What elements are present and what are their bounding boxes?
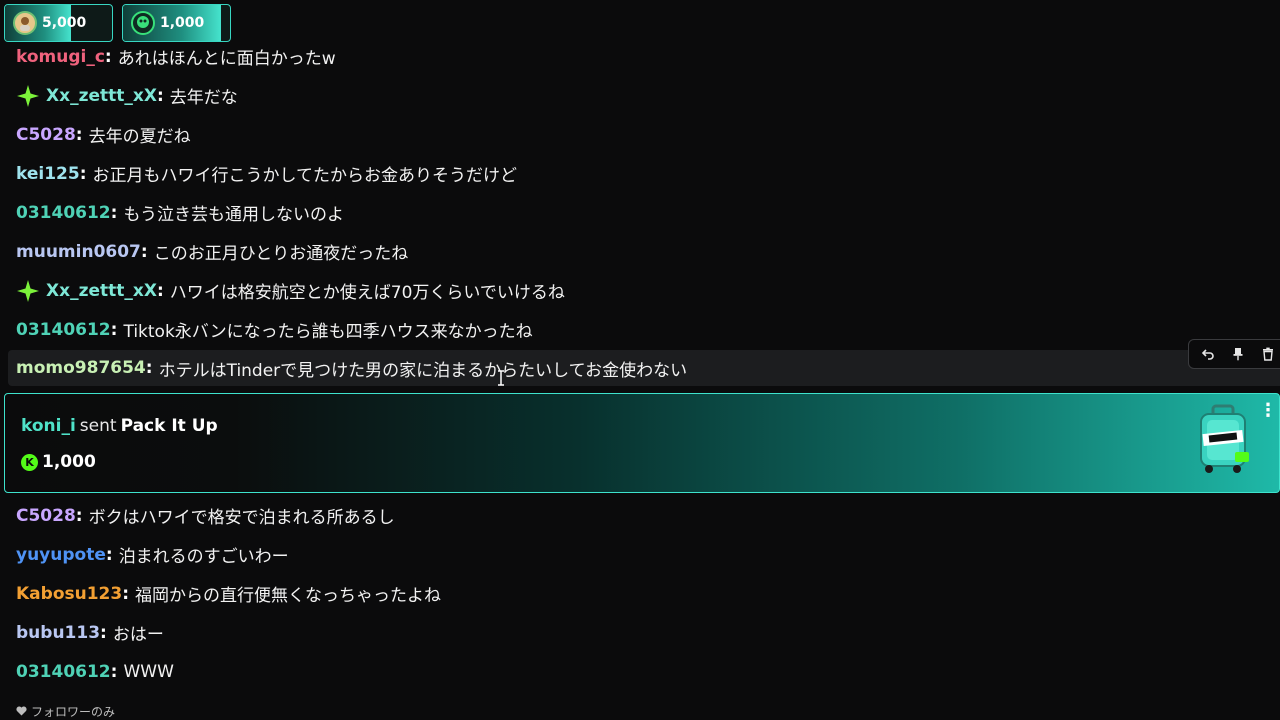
chat-list: C5028: ボクはハワイで格安で泊まれる所あるし yuyupote: 泊まれるのす…: [0, 496, 1280, 691]
gift-amount: 1,000: [42, 452, 96, 472]
colon: :: [105, 544, 113, 565]
colon: :: [110, 319, 118, 340]
gift-sender-username[interactable]: koni_i: [21, 416, 76, 436]
gift-amount: 5,000: [42, 15, 87, 31]
chat-text: あれはほんとに面白かったw: [117, 49, 336, 69]
user-avatar-icon: [131, 11, 155, 35]
gift-amount-row: K 1,000: [21, 452, 96, 472]
gift-verb: sent: [79, 416, 117, 436]
more-options-icon[interactable]: ⋮: [1259, 400, 1277, 422]
chat-username[interactable]: momo987654: [16, 358, 146, 378]
chat-message[interactable]: yuyupote: 泊まれるのすごいわー: [0, 535, 1280, 574]
colon: :: [104, 46, 112, 67]
colon: :: [122, 583, 130, 604]
chat-username[interactable]: kei125: [16, 164, 80, 184]
chat-message-hovered[interactable]: momo987654: ホテルはTinderで見つけた男の家に泊まるからたいしてお…: [8, 350, 1280, 386]
chat-message[interactable]: Xx_zettt_xX: 去年だな: [0, 76, 1280, 115]
followers-only-label: フォロワーのみ: [31, 705, 116, 719]
gift-amount: 1,000: [160, 15, 205, 31]
chat-message[interactable]: Xx_zettt_xX: ハワイは格安航空とか使えば70万くらいでいけるね: [0, 271, 1280, 310]
chat-text: 福岡からの直行便無くなっちゃったよね: [135, 586, 442, 606]
chat-message[interactable]: C5028: 去年の夏だね: [0, 115, 1280, 154]
chat-username[interactable]: 03140612: [16, 203, 111, 223]
chat-text: Tiktok永バンになったら誰も四季ハウス来なかったね: [123, 322, 533, 342]
user-avatar-icon: [13, 11, 37, 35]
chat-text: 去年だな: [169, 88, 238, 108]
sparkle-badge-icon: [16, 84, 40, 108]
colon: :: [75, 505, 83, 526]
chat-text: もう泣き芸も通用しないのよ: [123, 205, 344, 225]
gift-name: Pack It Up: [120, 416, 218, 436]
chat-message[interactable]: C5028: ボクはハワイで格安で泊まれる所あるし: [0, 496, 1280, 535]
chat-text: おはー: [112, 625, 164, 645]
chat-message[interactable]: muumin0607: このお正月ひとりお通夜だったね: [0, 232, 1280, 271]
mouse-cursor-icon: [496, 370, 506, 386]
chat-message[interactable]: kei125: お正月もハワイ行こうかしてたからお金ありそうだけど: [0, 154, 1280, 193]
gift-event-card: koni_i sent Pack It Up K 1,000 ⋮: [4, 393, 1280, 493]
chat-message[interactable]: bubu113: おはー: [0, 613, 1280, 652]
chat-text: 泊まれるのすごいわー: [118, 547, 289, 567]
suitcase-gift-icon: [1191, 404, 1255, 476]
chat-text: このお正月ひとりお通夜だったね: [153, 244, 409, 264]
chat-text: お正月もハワイ行こうかしてたからお金ありそうだけど: [92, 166, 518, 186]
colon: :: [156, 85, 164, 106]
kick-coin-icon: K: [21, 453, 38, 471]
chat-username[interactable]: komugi_c: [16, 47, 105, 67]
reply-icon[interactable]: [1196, 342, 1220, 366]
chat-username[interactable]: 03140612: [16, 320, 111, 340]
chat-username[interactable]: Xx_zettt_xX: [46, 281, 157, 301]
chat-text: ボクはハワイで格安で泊まれる所あるし: [88, 508, 395, 528]
chat-message[interactable]: 03140612: Tiktok永バンになったら誰も四季ハウス来なかったね: [0, 310, 1280, 349]
colon: :: [79, 163, 87, 184]
chat-text: ホテルはTinderで見つけた男の家に泊まるからたいしてお金使わない: [158, 360, 688, 381]
chat-message[interactable]: Kabosu123: 福岡からの直行便無くなっちゃったよね: [0, 574, 1280, 613]
chat-username[interactable]: Kabosu123: [16, 584, 122, 604]
pin-icon[interactable]: [1226, 342, 1250, 366]
colon: :: [140, 241, 148, 262]
sparkle-badge-icon: [16, 279, 40, 303]
gift-sender-line: koni_i sent Pack It Up: [21, 416, 218, 436]
chat-username[interactable]: muumin0607: [16, 242, 141, 262]
colon: :: [100, 622, 107, 643]
chat-list: komugi_c: あれはほんとに面白かったw Xx_zettt_xX: 去年だな …: [0, 37, 1280, 388]
chat-message[interactable]: 03140612: WWW: [0, 652, 1280, 691]
chat-username[interactable]: Xx_zettt_xX: [46, 86, 157, 106]
chat-username[interactable]: 03140612: [16, 662, 111, 682]
colon: :: [75, 124, 83, 145]
delete-icon[interactable]: [1256, 342, 1280, 366]
chat-text: ハワイは格安航空とか使えば70万くらいでいけるね: [169, 283, 565, 303]
chat-username[interactable]: yuyupote: [16, 545, 106, 565]
message-actions-toolbar: [1188, 339, 1280, 369]
chat-text: WWW: [123, 661, 174, 682]
chat-username[interactable]: bubu113: [16, 623, 100, 643]
chat-username[interactable]: C5028: [16, 125, 76, 145]
colon: :: [145, 358, 153, 378]
chat-username[interactable]: C5028: [16, 506, 76, 526]
chat-message[interactable]: 03140612: もう泣き芸も通用しないのよ: [0, 193, 1280, 232]
chat-mode-indicator: フォロワーのみ: [16, 703, 115, 720]
colon: :: [110, 661, 118, 682]
colon: :: [156, 280, 164, 301]
chat-text: 去年の夏だね: [88, 127, 191, 147]
chat-message[interactable]: komugi_c: あれはほんとに面白かったw: [0, 37, 1280, 76]
heart-icon: [16, 705, 27, 719]
colon: :: [110, 202, 118, 223]
